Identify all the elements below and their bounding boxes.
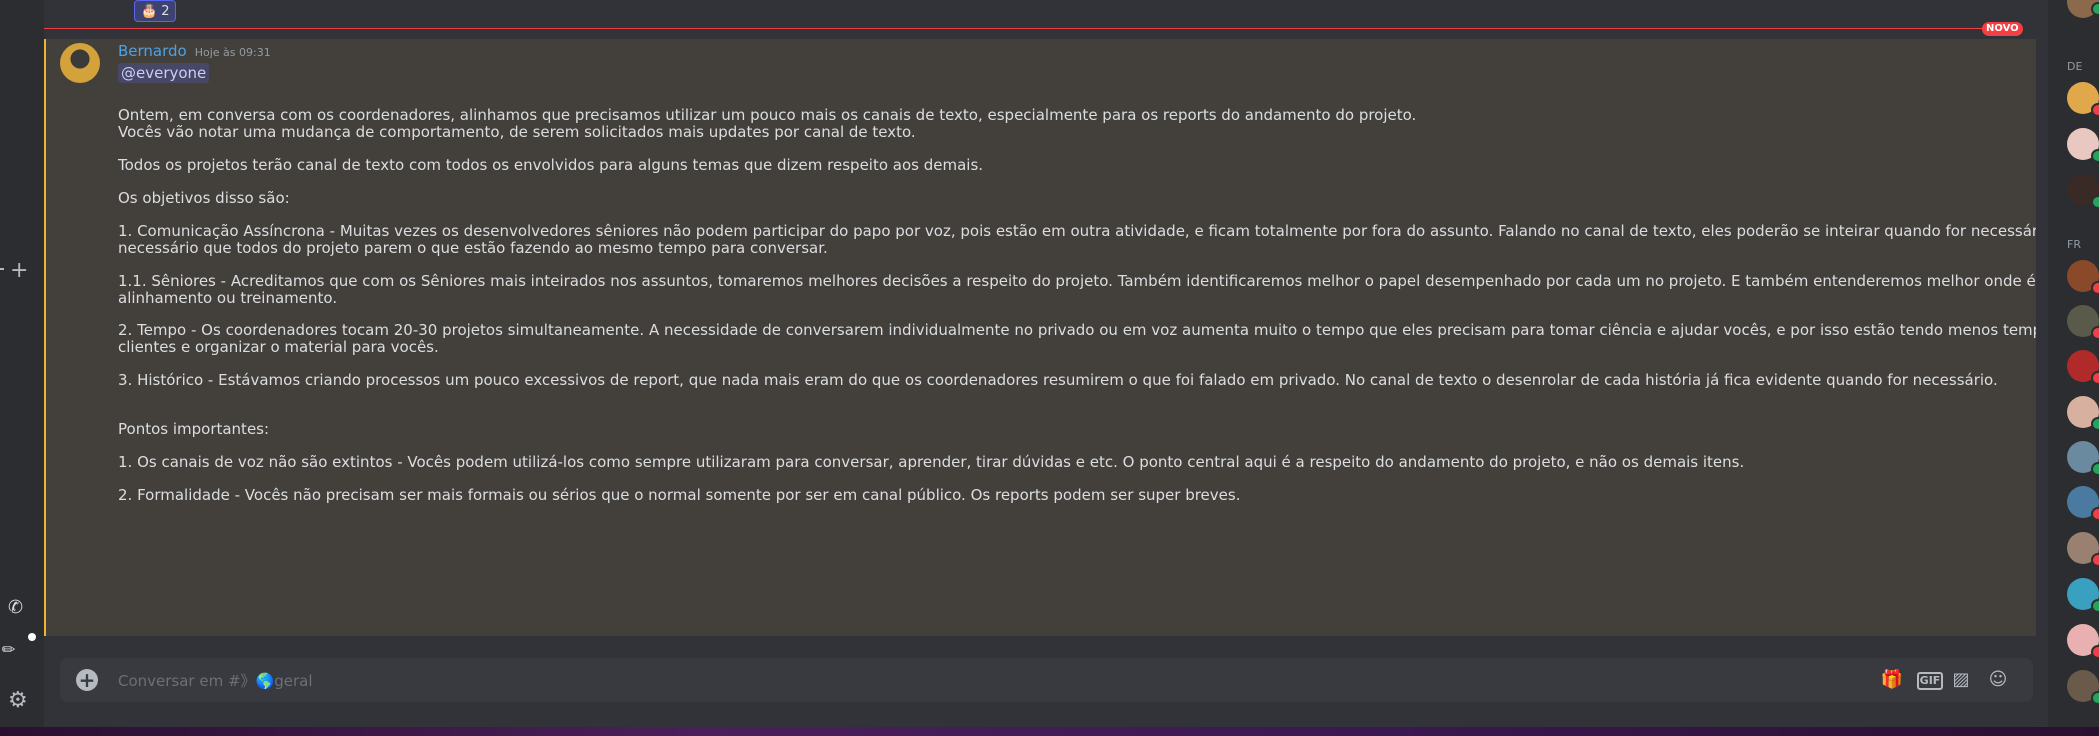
rail-indicator	[0, 268, 4, 270]
message-line: 3. Histórico - Estávamos criando process…	[118, 371, 1998, 389]
emoji-icon[interactable]: ☺	[1986, 669, 2010, 691]
reaction-button[interactable]: 🎂 2	[134, 0, 177, 22]
message-line: 2. Formalidade - Vocês não precisam ser …	[118, 486, 1241, 504]
status-indicator	[2091, 103, 2099, 117]
everyone-mention[interactable]: @everyone	[118, 63, 210, 83]
message-line: alinhamento ou treinamento.	[118, 289, 338, 307]
status-indicator	[2091, 2, 2099, 16]
status-indicator	[2091, 281, 2099, 295]
gif-icon[interactable]: GIF	[1917, 672, 1943, 690]
message-line: Vocês vão notar uma mudança de comportam…	[118, 123, 916, 141]
status-indicator	[2091, 417, 2099, 431]
pen-icon[interactable]: ✎	[0, 638, 20, 661]
status-indicator	[2091, 462, 2099, 476]
message[interactable]: Bernardo Hoje às 09:31 @everyone Ontem, …	[44, 39, 2036, 636]
status-indicator	[2091, 326, 2099, 340]
message-line: Todos os projetos terão canal de texto c…	[118, 156, 984, 174]
message-line: Os objetivos disso são:	[118, 189, 290, 207]
author-name[interactable]: Bernardo	[118, 42, 187, 60]
message-timestamp: Hoje às 09:31	[194, 46, 271, 59]
gift-icon[interactable]: 🎁	[1880, 669, 1904, 691]
phone-disconnect-icon[interactable]: ✆	[8, 597, 23, 618]
message-composer: + 🎁 GIF ▨ ☺	[60, 658, 2033, 704]
plus-icon[interactable]: +	[10, 258, 28, 283]
message-line: 1. Os canais de voz não são extintos - V…	[118, 453, 1745, 471]
status-indicator	[2091, 149, 2099, 163]
status-indicator	[2091, 507, 2099, 521]
member-category: DE	[2067, 60, 2083, 73]
message-line: necessário que todos do projeto parem o …	[118, 239, 828, 257]
status-indicator	[2091, 553, 2099, 567]
status-indicator	[2091, 645, 2099, 659]
status-indicator	[2091, 599, 2099, 613]
add-circle-icon[interactable]: +	[76, 669, 98, 691]
new-messages-divider	[44, 28, 2004, 29]
status-indicator	[2091, 691, 2099, 705]
message-line: clientes e organizar o material para voc…	[118, 338, 439, 356]
status-indicator	[2091, 195, 2099, 209]
member-list: DE FR	[2048, 0, 2099, 736]
message-input[interactable]	[116, 658, 1520, 704]
message-header: Bernardo Hoje às 09:31	[118, 42, 271, 60]
message-line: Pontos importantes:	[118, 420, 270, 438]
left-rail: + ✆ ✎ ⚙	[0, 0, 44, 736]
avatar[interactable]	[60, 43, 100, 83]
message-line: 1.1. Sêniores - Acreditamos que com os S…	[118, 272, 2036, 290]
unread-dot	[28, 633, 36, 641]
gear-icon[interactable]: ⚙	[8, 688, 28, 713]
new-messages-badge: NOVO	[1982, 22, 2023, 36]
os-taskbar	[0, 727, 2099, 736]
cake-icon: 🎂	[141, 3, 158, 19]
reaction-count: 2	[161, 3, 170, 19]
chat-area: 🎂 2 NOVO Bernardo Hoje às 09:31 @everyon…	[44, 0, 2088, 736]
member-category: FR	[2067, 238, 2081, 251]
sticker-icon[interactable]: ▨	[1949, 669, 1973, 691]
status-indicator	[2091, 371, 2099, 385]
